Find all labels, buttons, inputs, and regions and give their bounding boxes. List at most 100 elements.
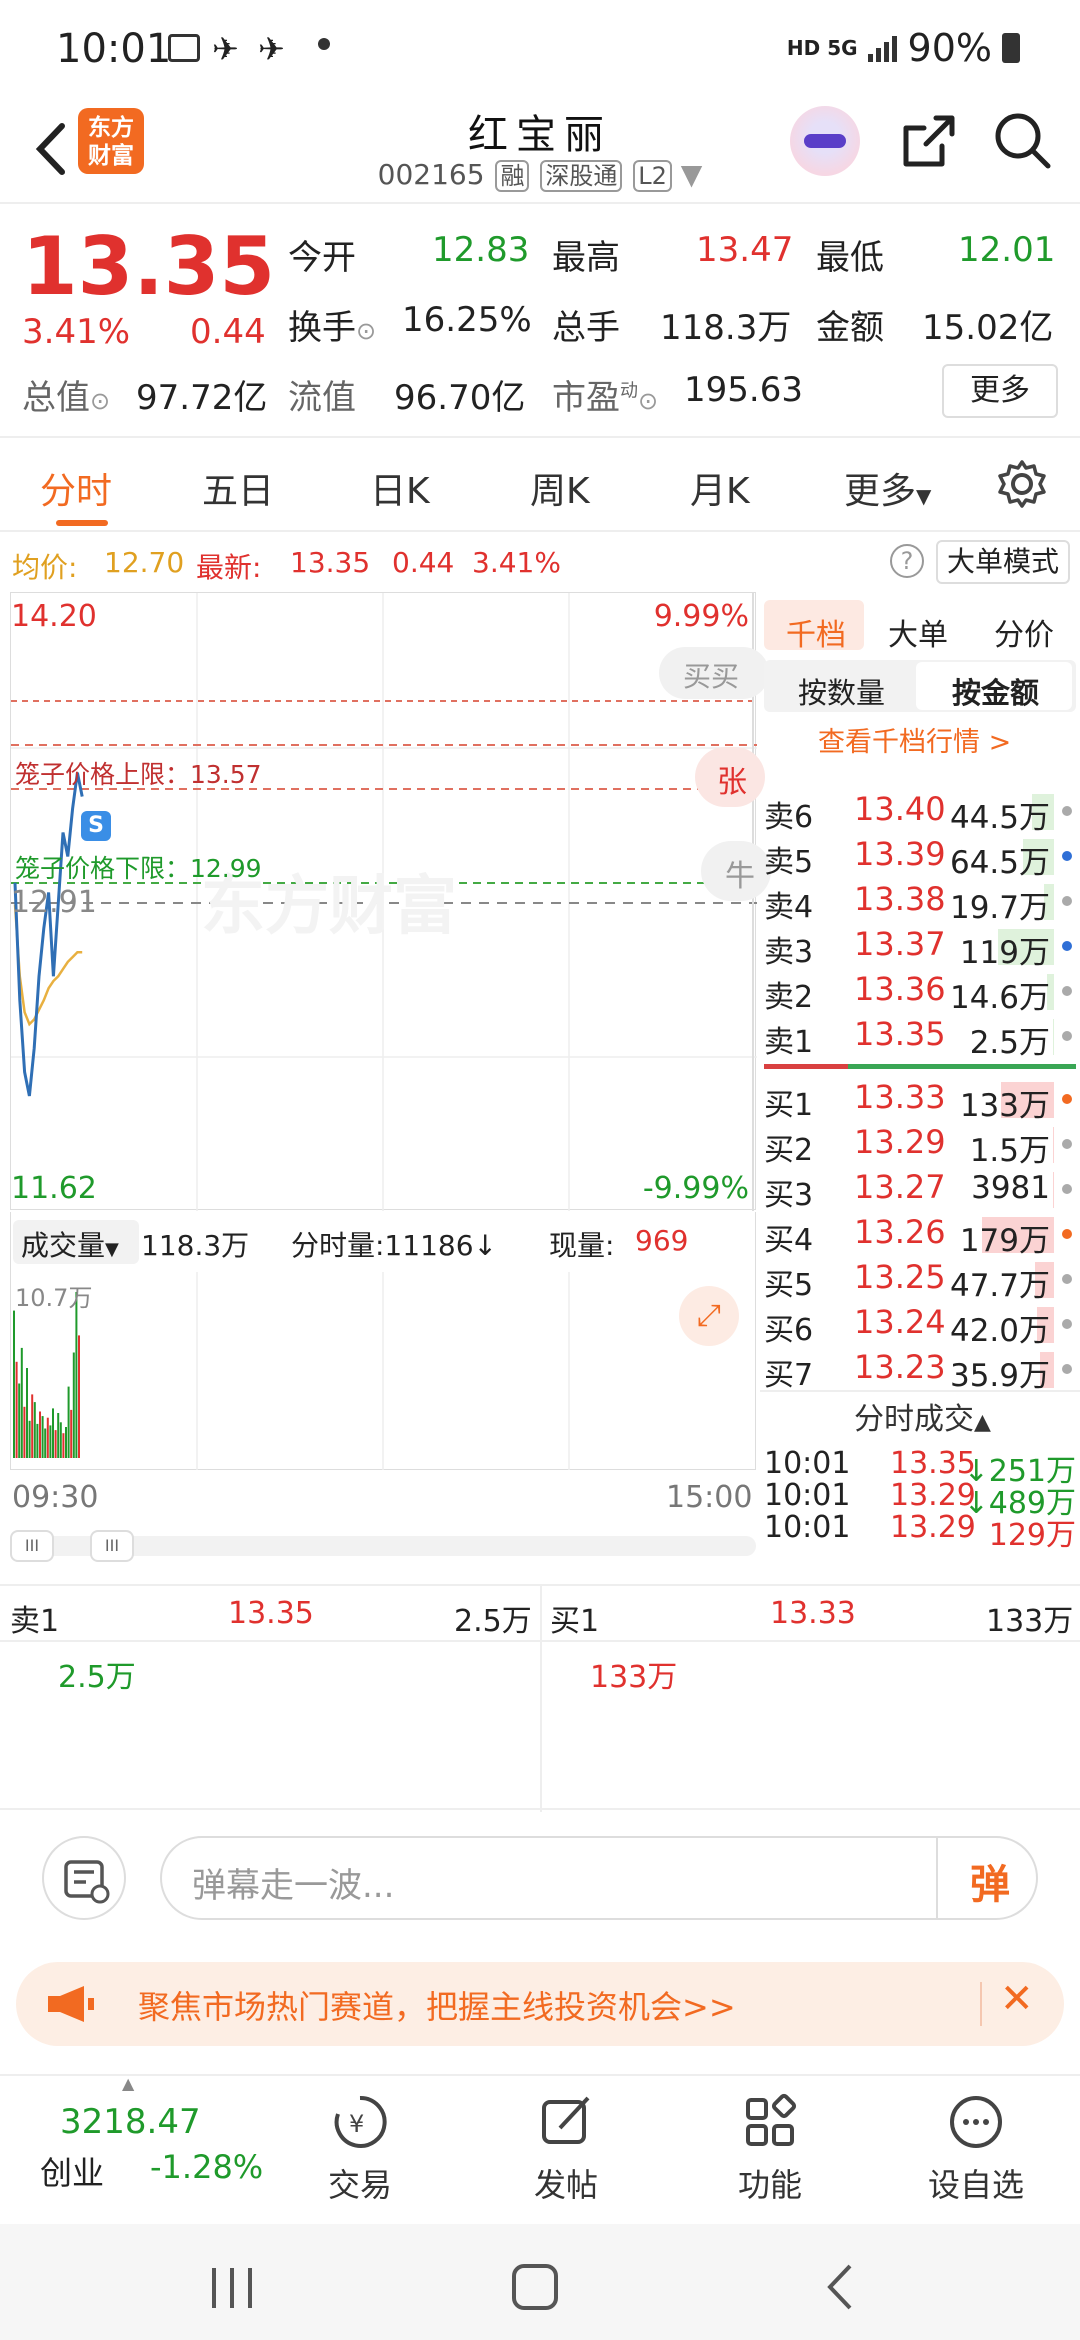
bid-row[interactable]: 买4 13.26 179万 [760,1211,1080,1259]
time-end: 15:00 [666,1480,753,1515]
bid-price: 13.23 [854,1348,946,1386]
network-label: HD 5G [786,36,858,60]
chart-top-pct: 9.99% [653,599,749,634]
home-icon[interactable] [512,2264,558,2310]
help-icon[interactable]: ? [890,544,924,578]
bid-row[interactable]: 买5 13.25 47.7万 [760,1256,1080,1304]
bid-dot [1062,1139,1072,1149]
bid-row[interactable]: 买1 13.33 133万 [760,1076,1080,1124]
danmu-settings-icon[interactable] [42,1836,126,1920]
system-back-icon[interactable] [820,2262,860,2312]
bid-row[interactable]: 买3 13.27 3981 [760,1166,1080,1213]
danmu-input[interactable]: 弹幕走一波... 弹 [160,1836,1038,1920]
nav-trade[interactable]: ¥ 交易 [290,2092,430,2206]
index-ticker[interactable]: 3218.47 创业 -1.28% [20,2088,270,2208]
cage-lower-limit: 笼子价格下限：12.99 [15,854,262,883]
ask-volume: 19.7万 [949,890,1050,926]
ask-row[interactable]: 卖1 13.35 2.5万 [760,1013,1080,1061]
nav-post[interactable]: 发帖 [496,2092,636,2206]
tab-weekly-k[interactable]: 周K [530,462,590,514]
change-amount: 0.44 [190,312,266,352]
bid-row[interactable]: 买6 13.24 42.0万 [760,1301,1080,1349]
stock-header: 东方 财富 红宝丽 002165 融 深股通 L2 ▼ [0,96,1080,204]
slider-right-handle[interactable]: III [90,1530,134,1562]
edit-post-icon [542,2096,590,2144]
notification-icon: ✈ [258,30,285,68]
ask-row[interactable]: 卖5 13.39 64.5万 [760,833,1080,881]
ask-dot [1062,851,1072,861]
change-percent: 3.41% [22,312,131,352]
bid-dot [1062,1229,1072,1239]
nav-functions[interactable]: 功能 [700,2092,840,2206]
ask-row[interactable]: 卖2 13.36 14.6万 [760,968,1080,1016]
by-amount-toggle[interactable]: 按金额 [952,670,1039,712]
trade-icon: ¥ [334,2095,387,2148]
tab-more[interactable]: 更多▼ [844,462,931,514]
more-button[interactable]: 更多 [942,364,1058,418]
buy-hint-bubble[interactable]: 买买 [659,647,769,699]
volume-chart[interactable]: 10.7万 ⤢ [10,1272,756,1470]
volume-bar [75,1292,78,1458]
assistant-avatar-icon[interactable] [790,106,860,176]
ask-label: 卖6 [764,800,814,835]
volume-bar [20,1347,23,1458]
summary-sell-detail: 2.5万 [58,1660,136,1695]
connect-tag: 深股通 [540,160,623,192]
signal-s-icon[interactable]: S [81,811,111,841]
send-danmu-button[interactable]: 弹 [970,1852,1010,1910]
bottom-nav: ▲ 3218.47 创业 -1.28% ¥ 交易 发帖 功能 设自选 [0,2074,1080,2224]
ask-dot [1062,986,1072,996]
bid-row[interactable]: 买2 13.29 1.5万 [760,1121,1080,1169]
tab-price-distribution[interactable]: 分价 [994,610,1054,654]
trades-title[interactable]: 分时成交▲ [854,1394,991,1438]
time-start: 09:30 [12,1480,99,1515]
close-icon[interactable]: ✕ [1000,1976,1034,2022]
settings-gear-icon[interactable] [996,458,1048,510]
bid-dot [1062,1274,1072,1284]
signal-icon [867,34,898,62]
ask-label: 卖1 [764,1025,814,1060]
chart-top-price: 14.20 [11,599,97,634]
time-range-slider[interactable]: III III [10,1530,756,1562]
tab-daily-k[interactable]: 日K [370,462,430,514]
ask-row[interactable]: 卖6 13.40 44.5万 [760,788,1080,836]
tab-monthly-k[interactable]: 月K [690,462,750,514]
summary-buy-volume: 133万 [986,1604,1074,1639]
nav-add-watchlist[interactable]: 设自选 [906,2092,1046,2206]
cage-upper-limit: 笼子价格上限：13.57 [15,760,262,789]
recent-apps-icon[interactable] [212,2268,256,2308]
ask-row[interactable]: 卖4 13.38 19.7万 [760,878,1080,926]
tab-intraday[interactable]: 分时 [40,462,112,514]
tab-five-day[interactable]: 五日 [202,462,274,514]
volume-bars-svg [13,1272,570,1470]
by-quantity-toggle[interactable]: 按数量 [798,670,885,712]
intraday-chart[interactable]: 东方财富 14.20 9.99% 买买 笼子价格上限：13.57 张 笼子价格下… [10,592,771,1211]
intraday-info-line: 均价: 12.70 最新: 13.35 0.44 3.41% ? 大单模式 [0,534,1080,592]
ask-label: 卖5 [764,845,814,880]
bid-volume: 42.0万 [949,1313,1050,1349]
search-icon[interactable] [990,108,1054,172]
up-hint-bubble[interactable]: 张 [695,747,765,807]
share-icon[interactable] [896,110,960,174]
chevron-up-icon: ▲ [974,1410,991,1435]
volume-indicator-select[interactable]: 成交量▼ [13,1220,139,1264]
view-thousand-levels-link[interactable]: 查看千档行情 > [818,720,1011,759]
order-book: 千档 大单 分价 按数量 按金额 查看千档行情 > 卖6 13.40 44.5万 卖5… [760,592,1080,1394]
ask-volume: 14.6万 [949,980,1050,1016]
promo-banner[interactable]: 聚焦市场热门赛道，把握主线投资机会>> ✕ [16,1962,1064,2046]
bid-label: 买1 [764,1088,814,1123]
slider-left-handle[interactable]: III [10,1530,54,1562]
volume-value: 118.3万 [660,308,792,348]
system-nav-bar [0,2224,1080,2340]
ask-row[interactable]: 卖3 13.37 119万 [760,923,1080,971]
bid-row[interactable]: 买7 13.23 35.9万 [760,1346,1080,1394]
ask-price: 13.36 [854,970,946,1008]
big-order-mode-button[interactable]: 大单模式 [936,540,1070,584]
amount-value: 15.02亿 [922,308,1054,348]
tab-big-orders[interactable]: 大单 [888,610,948,654]
tab-thousand-levels[interactable]: 千档 [786,610,846,654]
expand-icon[interactable]: ⤢ [679,1286,739,1346]
volume-bar [49,1425,52,1458]
battery-percent: 90% [907,26,992,70]
current-price: 13.35 [22,220,276,313]
